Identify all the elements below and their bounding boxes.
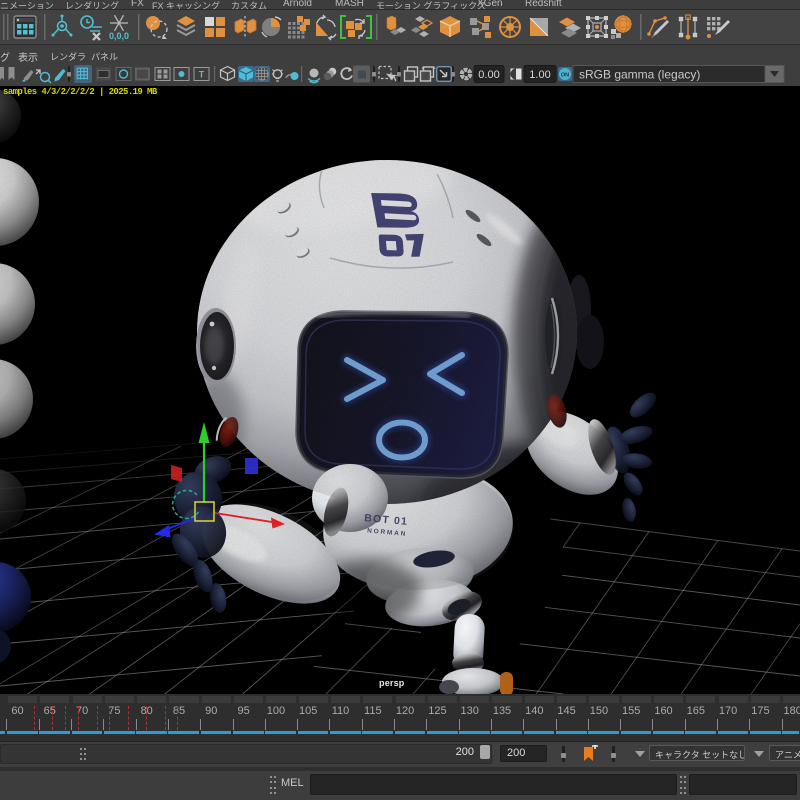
svg-text:sRGB gamma (legacy): sRGB gamma (legacy)	[579, 68, 700, 82]
svg-text:1.00: 1.00	[529, 69, 550, 81]
svg-text:0.00: 0.00	[478, 69, 499, 81]
svg-text:0,0,0: 0,0,0	[109, 31, 129, 41]
svg-text:T: T	[199, 70, 205, 80]
svg-text:ON: ON	[561, 73, 569, 79]
